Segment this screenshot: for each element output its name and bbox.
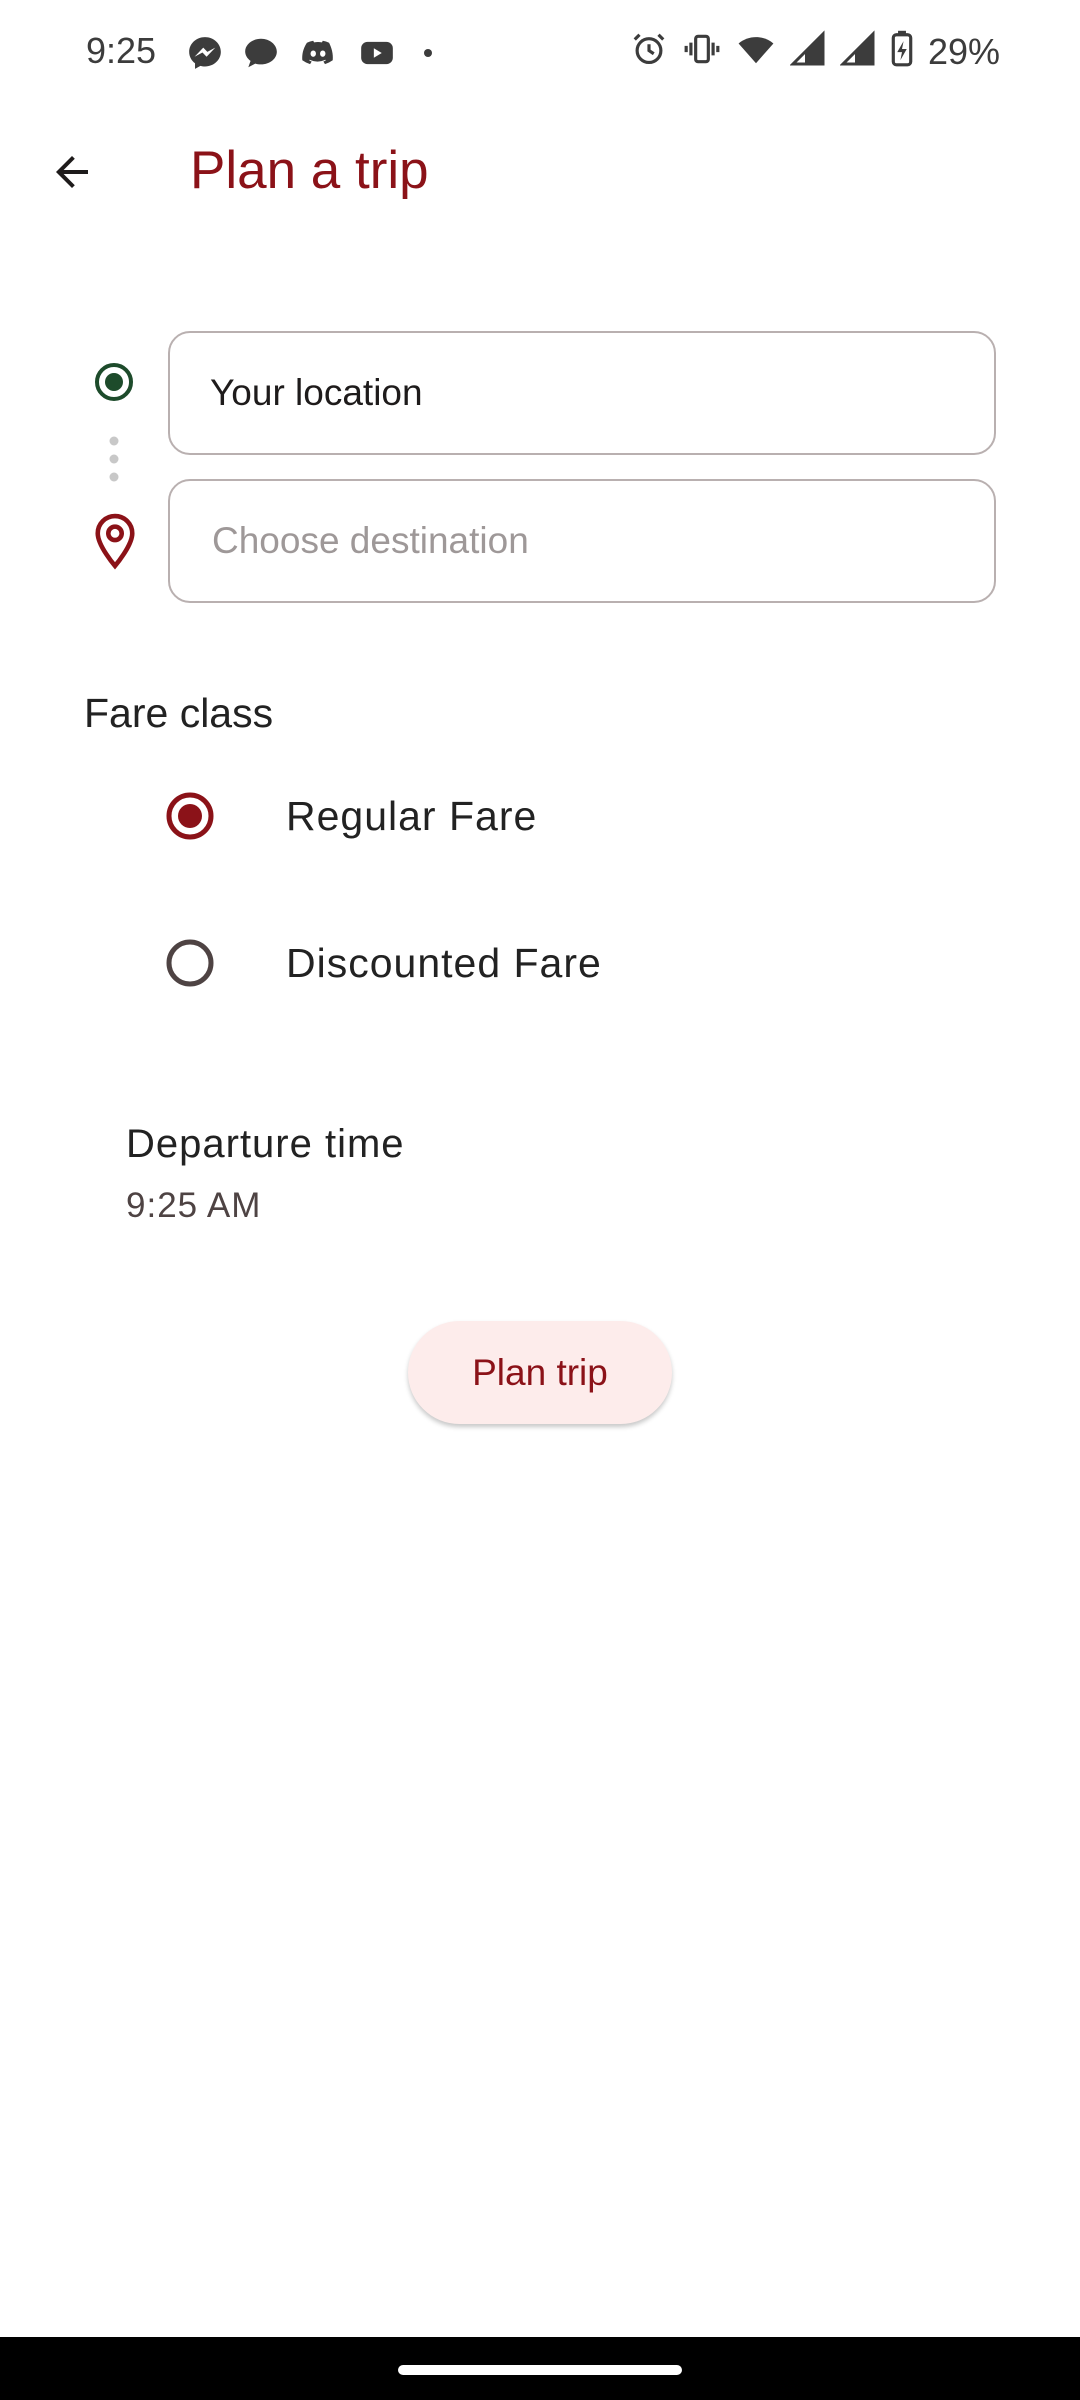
back-button[interactable] (36, 136, 108, 208)
fare-option-regular[interactable]: Regular Fare (140, 756, 940, 876)
vibrate-icon (682, 30, 722, 73)
destination-field[interactable] (168, 479, 996, 603)
status-bar: 9:25 29% (0, 0, 1080, 108)
wifi-icon (736, 30, 776, 73)
battery-percent: 29% (927, 30, 1000, 72)
home-indicator[interactable] (398, 2365, 682, 2375)
destination-input[interactable] (210, 519, 994, 563)
fare-option-label: Discounted Fare (286, 939, 602, 986)
radio-selected-icon[interactable] (156, 782, 224, 850)
dot-icon (416, 34, 440, 77)
arrow-back-icon (56, 156, 88, 188)
route-dots-icon (109, 436, 119, 487)
signal-icon (789, 30, 826, 73)
origin-value: Your location (210, 372, 423, 413)
youtube-icon (356, 34, 398, 77)
fare-option-discounted[interactable]: Discounted Fare (140, 903, 940, 1023)
radio-unselected-icon[interactable] (156, 929, 224, 997)
discord-icon (298, 34, 338, 77)
messenger-icon (186, 34, 224, 77)
alarm-icon (630, 30, 668, 73)
departure-value: 9:25 AM (126, 1186, 262, 1225)
chat-bubble-icon (242, 34, 280, 77)
status-time: 9:25 (86, 30, 157, 71)
signal-icon (839, 30, 876, 73)
origin-field[interactable]: Your location (168, 331, 996, 455)
plan-trip-button[interactable]: Plan trip (408, 1321, 672, 1424)
plan-trip-screen: 9:25 29% Plan a trip Your location Choos… (0, 0, 1080, 2400)
battery-charging-icon (890, 30, 914, 73)
page-title: Plan a trip (190, 141, 429, 200)
system-icons: 29% (630, 30, 1000, 73)
location-pin-icon (92, 512, 138, 575)
fare-class-title: Fare class (84, 690, 274, 736)
departure-label: Departure time (126, 1122, 405, 1166)
fare-option-label: Regular Fare (286, 792, 538, 839)
notification-icons (186, 34, 440, 77)
radio-target-icon (94, 362, 134, 407)
